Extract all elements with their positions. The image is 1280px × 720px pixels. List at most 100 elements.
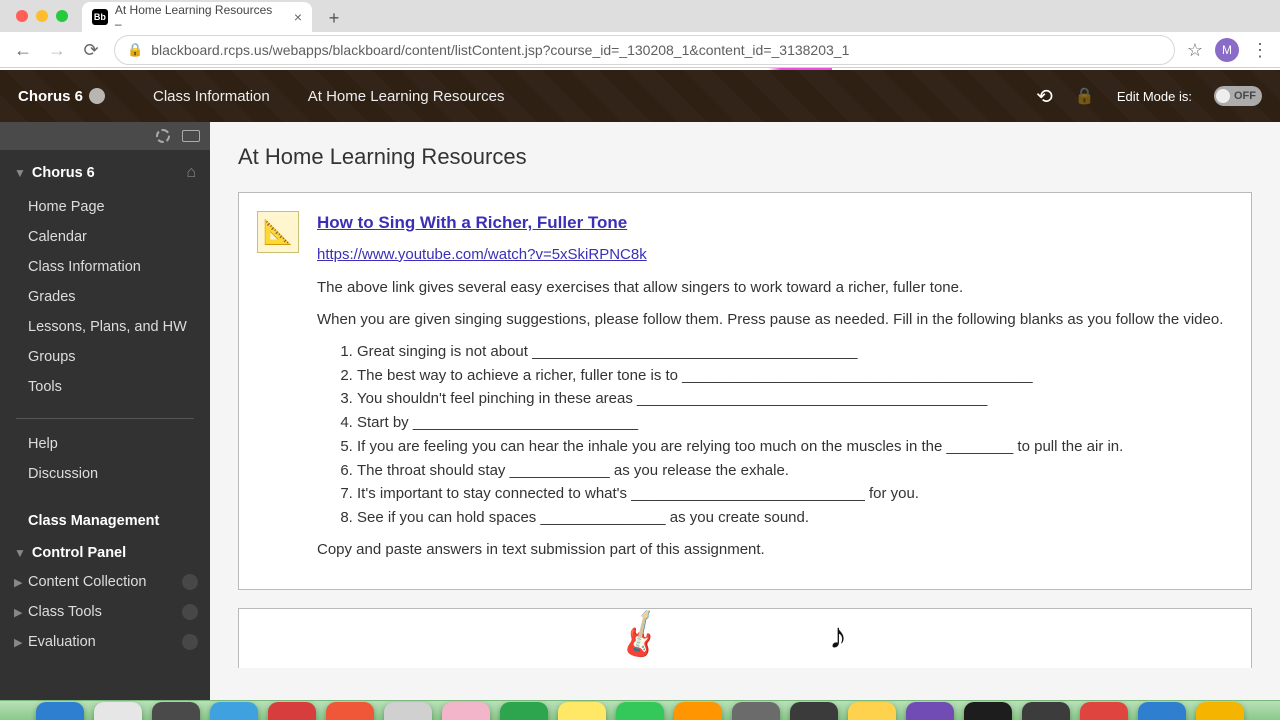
back-button[interactable]: ← (12, 39, 34, 61)
course-title-text: Chorus 6 (18, 88, 83, 105)
list-item: Great singing is not about _____________… (357, 341, 1233, 363)
content-card: 📐 How to Sing With a Richer, Fuller Tone… (238, 192, 1252, 590)
window-close-icon[interactable] (16, 10, 28, 22)
lock-icon: 🔒 (127, 42, 143, 58)
url-text: blackboard.rcps.us/webapps/blackboard/co… (151, 42, 849, 58)
sidebar-sub-nav: HelpDiscussion (0, 425, 210, 499)
lock-icon[interactable]: 🔒 (1075, 86, 1095, 106)
favicon-icon: Bb (92, 9, 108, 25)
dock-app-icon[interactable] (790, 702, 838, 720)
course-title[interactable]: Chorus 6 (18, 88, 105, 105)
tab-title: At Home Learning Resources – (115, 3, 281, 31)
control-panel-header[interactable]: ▼Control Panel (0, 535, 210, 567)
item-paragraph: When you are given singing suggestions, … (317, 309, 1233, 331)
list-item: The throat should stay ____________ as y… (357, 460, 1233, 482)
refresh-menu-icon[interactable] (156, 129, 170, 143)
sidebar-item[interactable]: Class Information (0, 252, 210, 282)
home-icon[interactable]: ⌂ (186, 164, 196, 182)
dock-app-icon[interactable] (906, 702, 954, 720)
refresh-icon[interactable]: ⟲ (1036, 84, 1053, 109)
next-card-peek: 🎸 ♪ (238, 608, 1252, 668)
note-icon: ♪ (829, 615, 847, 657)
toggle-knob-icon (1216, 89, 1230, 103)
go-icon[interactable] (182, 574, 198, 590)
window-minimize-icon[interactable] (36, 10, 48, 22)
edit-mode-toggle[interactable]: OFF (1214, 86, 1262, 106)
dock-app-icon[interactable] (152, 702, 200, 720)
dock-app-icon[interactable] (1138, 702, 1186, 720)
bookmark-star-icon[interactable]: ☆ (1187, 40, 1203, 61)
chevron-down-icon: ▼ (14, 166, 26, 180)
sidebar-toolbar (0, 122, 210, 150)
forward-button[interactable]: → (46, 39, 68, 61)
workspace: ▼ Chorus 6 ⌂ Home PageCalendarClass Infor… (0, 122, 1280, 700)
go-icon[interactable] (182, 604, 198, 620)
dock-app-icon[interactable] (210, 702, 258, 720)
sidebar-item[interactable]: Help (0, 429, 210, 459)
dock-app-icon[interactable] (616, 702, 664, 720)
breadcrumb[interactable]: At Home Learning Resources (308, 88, 505, 105)
macos-dock (0, 700, 1280, 720)
dock-app-icon[interactable] (1022, 702, 1070, 720)
dock-app-icon[interactable] (36, 702, 84, 720)
sidebar-item[interactable]: Home Page (0, 192, 210, 222)
close-tab-icon[interactable]: × (294, 9, 302, 25)
list-item: If you are feeling you can hear the inha… (357, 436, 1233, 458)
sidebar-course-header[interactable]: ▼ Chorus 6 ⌂ (0, 150, 210, 188)
course-dropdown-icon[interactable] (89, 88, 105, 104)
dock-app-icon[interactable] (964, 702, 1012, 720)
dock-app-icon[interactable] (384, 702, 432, 720)
list-item: The best way to achieve a richer, fuller… (357, 365, 1233, 387)
panel-item[interactable]: ▶Content Collection (0, 567, 210, 597)
list-item: You shouldn't feel pinching in these are… (357, 388, 1233, 410)
page-title: At Home Learning Resources (210, 122, 1280, 192)
dock-app-icon[interactable] (94, 702, 142, 720)
fill-blank-list: Great singing is not about _____________… (357, 341, 1233, 529)
dock-app-icon[interactable] (1196, 702, 1244, 720)
browser-tab[interactable]: Bb At Home Learning Resources – × (82, 2, 312, 32)
dock-app-icon[interactable] (674, 702, 722, 720)
dock-app-icon[interactable] (558, 702, 606, 720)
browser-menu-icon[interactable]: ⋮ (1251, 40, 1268, 61)
browser-chrome: Bb At Home Learning Resources – × + ← → … (0, 0, 1280, 68)
breadcrumb[interactable]: Class Information (153, 88, 270, 105)
reload-button[interactable]: ⟳ (80, 39, 102, 61)
profile-initial: M (1222, 43, 1232, 57)
sidebar-item[interactable]: Grades (0, 282, 210, 312)
dock-app-icon[interactable] (442, 702, 490, 720)
panel-item[interactable]: ▶Class Tools (0, 597, 210, 627)
sidebar: ▼ Chorus 6 ⌂ Home PageCalendarClass Infor… (0, 122, 210, 700)
list-item: See if you can hold spaces _____________… (357, 507, 1233, 529)
control-panel-title: Control Panel (32, 545, 126, 561)
panel-item[interactable]: ▶Evaluation (0, 627, 210, 657)
window-zoom-icon[interactable] (56, 10, 68, 22)
sidebar-item[interactable]: Calendar (0, 222, 210, 252)
new-tab-button[interactable]: + (320, 4, 348, 32)
sidebar-item[interactable]: Discussion (0, 459, 210, 489)
go-icon[interactable] (182, 634, 198, 650)
panel-item-label: Evaluation (28, 634, 96, 650)
sidebar-item[interactable]: Groups (0, 342, 210, 372)
class-management-header[interactable]: Class Management (0, 499, 210, 535)
dock-app-icon[interactable] (732, 702, 780, 720)
dock-app-icon[interactable] (500, 702, 548, 720)
edit-mode-label: Edit Mode is: (1117, 89, 1192, 104)
dock-app-icon[interactable] (326, 702, 374, 720)
edit-mode-value: OFF (1234, 90, 1256, 102)
sidebar-item[interactable]: Tools (0, 372, 210, 402)
dock-app-icon[interactable] (268, 702, 316, 720)
item-paragraph: The above link gives several easy exerci… (317, 277, 1233, 299)
youtube-link[interactable]: https://www.youtube.com/watch?v=5xSkiRPN… (317, 244, 647, 266)
url-field[interactable]: 🔒 blackboard.rcps.us/webapps/blackboard/… (114, 35, 1175, 65)
dock-app-icon[interactable] (1080, 702, 1128, 720)
guitar-icon: 🎸 (612, 608, 672, 665)
dock-app-icon[interactable] (848, 702, 896, 720)
item-paragraph: Copy and paste answers in text submissio… (317, 539, 1233, 561)
content-item: 📐 How to Sing With a Richer, Fuller Tone… (257, 211, 1233, 571)
sidebar-item[interactable]: Lessons, Plans, and HW (0, 312, 210, 342)
profile-avatar[interactable]: M (1215, 38, 1239, 62)
folder-icon[interactable] (182, 130, 200, 142)
item-title-link[interactable]: How to Sing With a Richer, Fuller Tone (317, 211, 1233, 236)
sidebar-course-name: Chorus 6 (32, 165, 95, 181)
address-bar: ← → ⟳ 🔒 blackboard.rcps.us/webapps/black… (0, 32, 1280, 68)
